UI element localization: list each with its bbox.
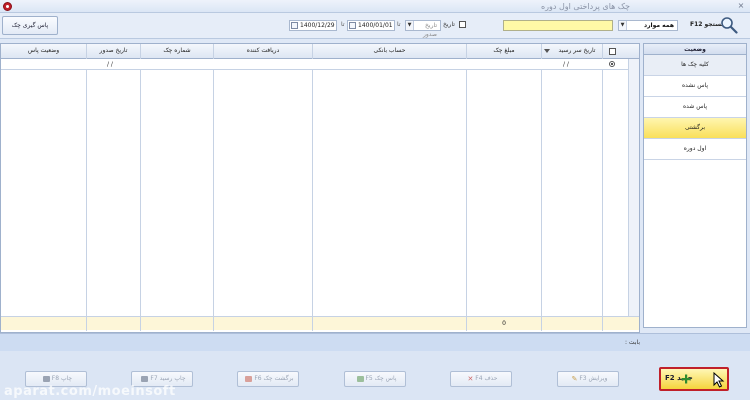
mouse-cursor-icon [713,372,725,388]
issue-date-combo-label: تاریخ صدور [422,22,437,38]
date-to-value: 1400/12/29 [300,22,335,29]
chevron-down-icon: ▼ [406,21,414,30]
watermark: aparat.com/moeinsoft [4,384,176,399]
filter-row[interactable]: / / / / [1,59,639,70]
column-check-amount[interactable]: مبلغ چک [467,44,541,59]
description-label: بابت : [625,339,640,346]
column-divider [312,44,313,316]
status-item-not-cleared[interactable]: پاس نشده [644,76,746,97]
summary-cell [213,317,214,331]
status-item-cleared[interactable]: پاس شده [644,97,746,118]
summary-cell [140,317,141,331]
status-item-returned[interactable]: برگشتی [644,118,746,139]
toolbar: پاس گیری چک 1400/12/29 تا 1400/01/01 تا … [0,13,750,39]
search-icon[interactable] [720,16,738,34]
sort-desc-icon[interactable] [544,49,550,53]
calendar-icon[interactable] [349,22,356,29]
column-clearing-status[interactable]: وضعیت پاس [1,44,86,59]
description-strip: بابت : [0,333,750,351]
issue-date-combo[interactable]: ▼ تاریخ صدور [405,20,441,38]
printer-icon [42,375,50,382]
status-filter-panel: وضعیت کلیه چک ها پاس نشده پاس شده برگشتی… [643,43,747,328]
delete-button-label: حذف F4 [475,375,498,382]
date-from-input[interactable]: 1400/01/01 [347,20,395,31]
grid-summary-row: 0 [1,316,639,331]
issue-date-checkbox-label: تاریخ [443,21,455,28]
column-divider [466,44,467,316]
summary-cell [541,317,542,331]
check-clearing-button[interactable]: پاس گیری چک [2,16,58,35]
all-items-combo[interactable]: ▼ همه موارد [618,20,678,31]
select-all-checkbox[interactable] [609,48,616,55]
to-label: تا [341,21,345,28]
status-item-all-checks[interactable]: کلیه چک ها [644,55,746,76]
pencil-icon: ✎ [571,374,578,383]
issue-date-checkbox[interactable] [458,21,466,28]
return-check-button[interactable]: برگشت چک F6 [237,371,299,387]
print-receipt-button-label: چاپ رسید F7 [150,375,186,382]
column-check-number[interactable]: شماره چک [141,44,213,59]
chevron-down-icon: ▼ [619,21,627,30]
column-divider [602,44,603,316]
delete-icon: ✕ [467,374,474,383]
pass-check-button-label: پاس چک F5 [365,375,397,382]
calendar-icon[interactable] [291,22,298,29]
filter-row-radio[interactable] [609,61,615,67]
printer-icon [141,375,149,382]
column-divider [541,44,542,316]
issue-date-filter[interactable]: تاریخ [443,21,466,28]
summary-cell [312,317,313,331]
edit-button-label: ویرایش F3 [579,375,608,382]
column-issue-date[interactable]: تاریخ صدور [87,44,140,59]
grid-header: وضعیت پاس تاریخ صدور شماره چک دریافت کنن… [1,44,639,59]
to-label-2: تا [397,21,401,28]
status-header: وضعیت [644,44,746,55]
column-divider [140,44,141,316]
status-item-opening-period[interactable]: اول دوره [644,139,746,160]
delete-button[interactable]: حذف F4 ✕ [450,371,512,387]
checks-grid: وضعیت پاس تاریخ صدور شماره چک دریافت کنن… [0,43,640,333]
pass-check-button[interactable]: پاس چک F5 [344,371,406,387]
date-to-input[interactable]: 1400/12/29 [289,20,337,31]
column-divider [86,44,87,316]
all-items-combo-label: همه موارد [644,22,674,29]
filter-issue-date[interactable]: / / [107,61,113,68]
pass-check-icon [356,375,364,382]
window-title: چک های پرداختی اول دوره [540,2,630,11]
column-divider [213,44,214,316]
column-due-date[interactable]: تاریخ سر رسید [552,44,602,59]
window-close-button[interactable]: × [736,1,746,11]
vertical-scrollbar[interactable] [628,59,639,316]
print-button-label: چاپ F8 [51,375,73,382]
search-input[interactable] [503,20,613,31]
return-check-button-label: برگشت چک F6 [254,375,294,382]
filter-due-date[interactable]: / / [563,61,569,68]
column-recipient[interactable]: دریافت کننده [214,44,312,59]
column-bank-account[interactable]: حساب بانکی [313,44,466,59]
summary-cell [602,317,603,331]
summary-cell [86,317,87,331]
plus-icon [681,374,691,384]
amount-total: 0 [502,320,506,327]
app-icon [3,2,12,11]
title-bar: چک های پرداختی اول دوره × [0,0,750,13]
edit-button[interactable]: ویرایش F3 ✎ [557,371,619,387]
date-from-value: 1400/01/01 [358,22,393,29]
return-check-icon [245,375,253,382]
